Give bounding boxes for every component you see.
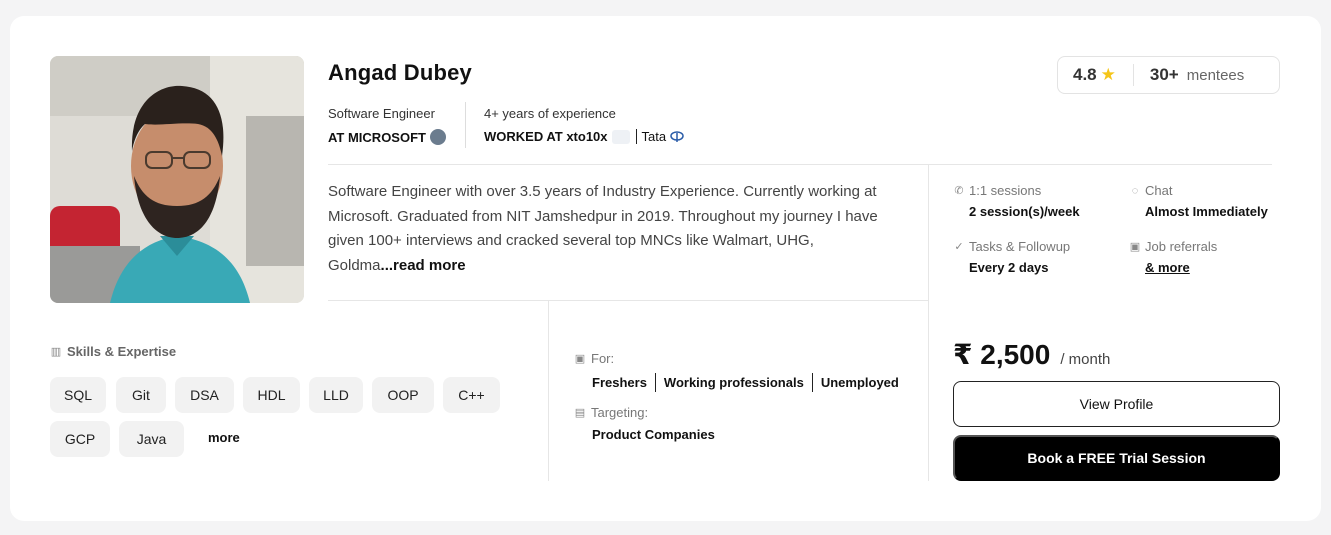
tata-label: Tata — [641, 129, 667, 144]
mentor-card: Angad Dubey Software Engineer AT MICROSO… — [10, 16, 1321, 521]
company-tata: Tata — [635, 129, 685, 144]
chat-value: Almost Immediately — [1145, 204, 1268, 219]
right-column-divider — [928, 164, 929, 481]
view-profile-button[interactable]: View Profile — [953, 381, 1280, 427]
building-icon: ▤ — [574, 406, 586, 419]
skill-chip[interactable]: DSA — [175, 377, 234, 413]
feature-tasks: ✓ Tasks & Followup Every 2 days — [953, 239, 1070, 275]
sessions-label: 1:1 sessions — [969, 183, 1042, 198]
skill-chip[interactable]: HDL — [243, 377, 300, 413]
stats-box: 4.8 ★ 30+ mentees — [1057, 56, 1280, 94]
stats-divider — [1132, 64, 1134, 86]
worked-at-label: WORKED AT xto10x — [484, 129, 608, 144]
feature-sessions: ✆ 1:1 sessions 2 session(s)/week — [953, 183, 1080, 219]
for-item: Unemployed — [811, 373, 899, 392]
mentor-bio: Software Engineer with over 3.5 years of… — [328, 180, 913, 278]
role-divider — [465, 102, 466, 148]
skill-chip[interactable]: Java — [119, 421, 184, 457]
current-role: Software Engineer AT MICROSOFT — [328, 106, 446, 145]
read-more-link[interactable]: ...read more — [381, 257, 466, 274]
skill-chip[interactable]: GCP — [50, 421, 110, 457]
for-label: For: — [591, 351, 615, 366]
mentees-count: 30+ — [1149, 65, 1179, 84]
rating-value: 4.8 — [1073, 65, 1097, 84]
targeting-value: Product Companies — [592, 427, 715, 442]
audience-block: ▣ For: Freshers Working professionals Une… — [574, 351, 899, 442]
current-company: AT MICROSOFT — [328, 129, 446, 145]
sessions-value: 2 session(s)/week — [969, 204, 1080, 219]
skills-title: ▥ Skills & Expertise — [50, 344, 176, 359]
skill-chip[interactable]: OOP — [372, 377, 434, 413]
header-divider — [328, 164, 1272, 165]
skill-chip[interactable]: LLD — [309, 377, 363, 413]
chat-icon: ◌ — [1131, 184, 1139, 197]
skill-chip[interactable]: Git — [116, 377, 166, 413]
for-item: Working professionals — [654, 373, 812, 392]
middle-column-divider — [548, 301, 549, 481]
referrals-more-link[interactable]: & more — [1129, 260, 1217, 275]
mentees-label: mentees — [1186, 66, 1245, 84]
for-item: Freshers — [592, 375, 647, 390]
price-amount: ₹ 2,500 — [953, 339, 1051, 370]
bio-divider — [328, 300, 929, 301]
company-label: AT MICROSOFT — [328, 129, 426, 145]
experience-block: 4+ years of experience WORKED AT xto10x … — [484, 106, 684, 144]
feature-chat: ◌ Chat Almost Immediately — [1129, 183, 1268, 219]
phone-icon: ✆ — [954, 184, 964, 197]
experience-text: 4+ years of experience — [484, 106, 616, 121]
chat-label: Chat — [1145, 183, 1173, 198]
price-period: / month — [1060, 351, 1111, 368]
skills-more-button[interactable]: more — [208, 430, 240, 445]
price: ₹ 2,500 / month — [953, 338, 1110, 371]
books-icon: ▥ — [50, 345, 62, 358]
tasks-value: Every 2 days — [969, 260, 1049, 275]
book-trial-button[interactable]: Book a FREE Trial Session — [953, 435, 1280, 481]
skill-chip[interactable]: SQL — [50, 377, 106, 413]
rating: 4.8 ★ — [1073, 65, 1116, 85]
for-list: Freshers Working professionals Unemploye… — [574, 373, 899, 392]
previous-companies: WORKED AT xto10x Tata — [484, 129, 684, 144]
role-title: Software Engineer — [328, 106, 435, 121]
mentor-photo — [50, 56, 304, 303]
star-icon: ★ — [1100, 65, 1116, 84]
microsoft-logo-icon — [429, 129, 446, 145]
targeting-label: Targeting: — [591, 405, 649, 420]
tata-logo-icon — [670, 130, 684, 143]
mentor-name: Angad Dubey — [328, 60, 472, 85]
briefcase-icon: ▣ — [1129, 240, 1141, 253]
feature-referrals: ▣ Job referrals & more — [1129, 239, 1217, 275]
briefcase-icon: ▣ — [574, 352, 586, 365]
referrals-label: Job referrals — [1145, 239, 1218, 254]
tasks-label: Tasks & Followup — [969, 239, 1071, 254]
xto10x-logo-icon — [611, 129, 630, 144]
skills-title-text: Skills & Expertise — [67, 344, 177, 359]
skill-chip[interactable]: C++ — [443, 377, 500, 413]
check-circle-icon: ✓ — [954, 240, 964, 253]
